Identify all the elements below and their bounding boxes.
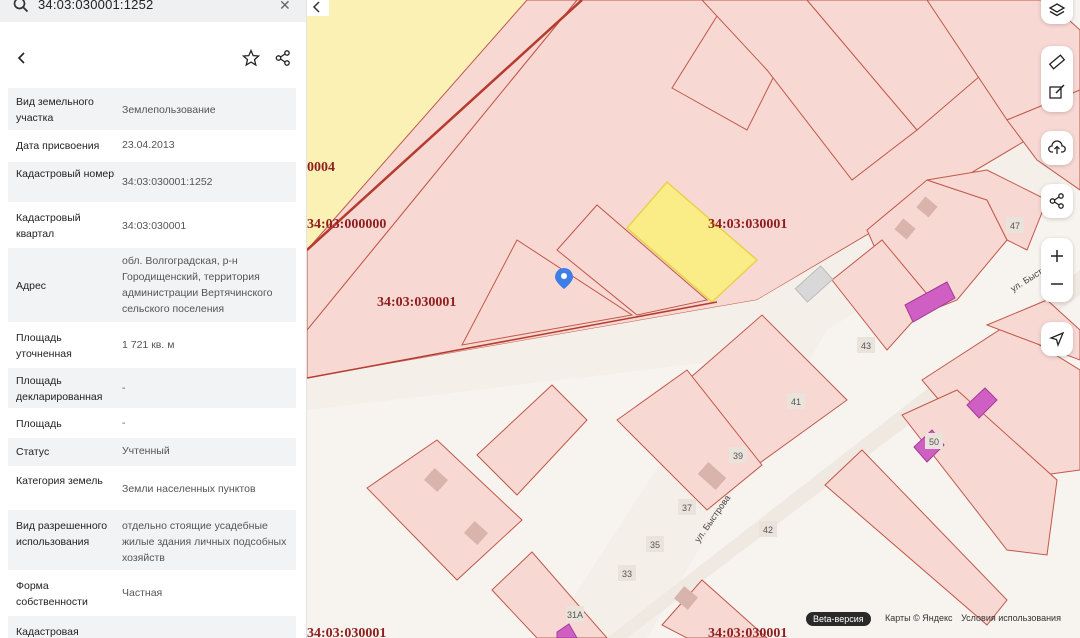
attribute-row: Кадастровая: [8, 616, 296, 638]
attribute-value: Учтенный: [122, 445, 170, 457]
attribute-key: Статус: [16, 446, 50, 458]
quarter-label: 34:03:000000: [307, 217, 386, 232]
quarter-label: 34:03:030001: [307, 626, 386, 638]
upload-icon: [1048, 140, 1066, 154]
search-icon: [13, 0, 29, 13]
attribute-value: 1 721 кв. м: [122, 339, 175, 351]
attribute-value: обл. Волгоградская, р-н Городищенский, т…: [122, 255, 273, 315]
attribute-value: 34:03:030001: [122, 220, 187, 232]
house-number: 39: [733, 451, 743, 461]
house-number: 41: [791, 397, 801, 407]
upload-button[interactable]: [1041, 131, 1073, 165]
house-number: 35: [650, 540, 660, 550]
minus-icon[interactable]: [1048, 275, 1066, 293]
terms-link[interactable]: Условия использования: [961, 613, 1061, 623]
map-attribution: Карты © Яндекс Условия использования: [885, 613, 1067, 623]
attribute-key: Кадастровый квартал: [16, 212, 81, 240]
attribute-key: Вид земельного участка: [16, 96, 94, 124]
attribute-row: Статус Учтенный: [8, 438, 296, 466]
attribute-row: Вид разрешенного использования отдельно с…: [8, 510, 296, 570]
quarter-label: 0004: [307, 160, 335, 175]
house-number: 31А: [567, 610, 583, 620]
attribute-key: Площадь уточненная: [16, 332, 72, 360]
house-number: 50: [929, 437, 939, 447]
attribute-value: Частная: [122, 587, 163, 599]
attribute-key: Кадастровый номер: [16, 168, 115, 180]
parcel[interactable]: [476, 384, 588, 496]
house-number: 33: [622, 569, 632, 579]
attribute-row: Адрес обл. Волгоградская, р-н Городищенск…: [8, 248, 296, 322]
quarter-label: 34:03:030001: [377, 295, 456, 310]
attribute-value: 23.04.2013: [122, 139, 175, 151]
layers-icon: [1048, 3, 1066, 17]
cadastral-map[interactable]: 47434139373533425031А 0004 34:03:000000 …: [307, 0, 1080, 638]
layers-button[interactable]: [1041, 0, 1073, 24]
zoom-controls: [1041, 238, 1073, 302]
search-input[interactable]: 34:03:030001:1252: [38, 0, 153, 12]
attribute-key: Дата присвоения: [16, 140, 100, 152]
attribute-key: Форма собственности: [16, 580, 88, 608]
house-number: 42: [763, 525, 773, 535]
attribute-row: Площадь -: [8, 410, 296, 438]
street-label: ул. Быст: [1009, 266, 1044, 293]
info-panel: 34:03:030001:1252 ✕ Вид земельного участ…: [0, 0, 307, 638]
share-icon: [1049, 193, 1064, 209]
attribute-value: -: [122, 382, 126, 394]
map-view[interactable]: 47 43 41 39 37 35 33 42 50 31А 0004 34:03:000000 …: [307, 0, 1080, 638]
map-share-button[interactable]: [1041, 184, 1073, 218]
attribute-row: Площадь уточненная 1 721 кв. м: [8, 324, 296, 366]
star-icon[interactable]: [242, 49, 260, 67]
attribute-key: Кадастровая: [16, 626, 79, 638]
attribute-row: Площадь декларированная -: [8, 368, 296, 408]
panel-header: [0, 48, 306, 72]
attribute-value: Земли населенных пунктов: [122, 483, 256, 495]
house-number: 37: [682, 503, 692, 513]
navigation-arrow-icon: [1049, 331, 1065, 347]
attribute-value: отдельно стоящие усадебные жилые здания …: [122, 520, 287, 564]
attribute-row: Вид земельного участка Землепользование: [8, 88, 296, 130]
beta-badge[interactable]: Beta-версия: [806, 612, 871, 626]
house-number: 43: [861, 341, 871, 351]
attribute-row: Кадастровый номер 34:03:030001:1252: [8, 162, 296, 202]
attribute-key: Категория земель: [16, 475, 103, 487]
attribute-key: Вид разрешенного использования: [16, 520, 108, 548]
attribute-row: Категория земель Земли населенных пунктов: [8, 468, 296, 508]
attribute-value: Землепользование: [122, 104, 216, 116]
collapse-panel-button[interactable]: [307, 0, 329, 16]
house-number: 47: [1010, 221, 1020, 231]
quarter-label: 34:03:030001: [708, 217, 787, 232]
chevron-left-icon[interactable]: [13, 48, 31, 68]
ruler-icon[interactable]: [1048, 53, 1066, 71]
close-icon[interactable]: ✕: [279, 0, 291, 14]
attribute-value: -: [122, 417, 126, 429]
attribute-row: Кадастровый квартал 34:03:030001: [8, 204, 296, 246]
attribute-key: Площадь: [16, 418, 62, 430]
share-icon[interactable]: [274, 49, 292, 67]
plus-icon[interactable]: [1048, 247, 1066, 265]
attribute-key: Площадь декларированная: [16, 375, 103, 403]
search-bar[interactable]: 34:03:030001:1252 ✕: [0, 0, 306, 22]
edit-icon[interactable]: [1048, 83, 1066, 101]
attribute-key: Адрес: [16, 280, 47, 292]
tools-group: [1041, 46, 1073, 112]
attribute-row: Дата присвоения 23.04.2013: [8, 130, 296, 162]
attribute-row: Форма собственности Частная: [8, 572, 296, 614]
locate-button[interactable]: [1041, 322, 1073, 356]
attribute-value: 34:03:030001:1252: [122, 176, 213, 188]
quarter-label: 34:03:030001: [708, 626, 787, 638]
chevron-left-icon: [312, 1, 320, 13]
copyright-text: Карты © Яндекс: [885, 613, 953, 623]
